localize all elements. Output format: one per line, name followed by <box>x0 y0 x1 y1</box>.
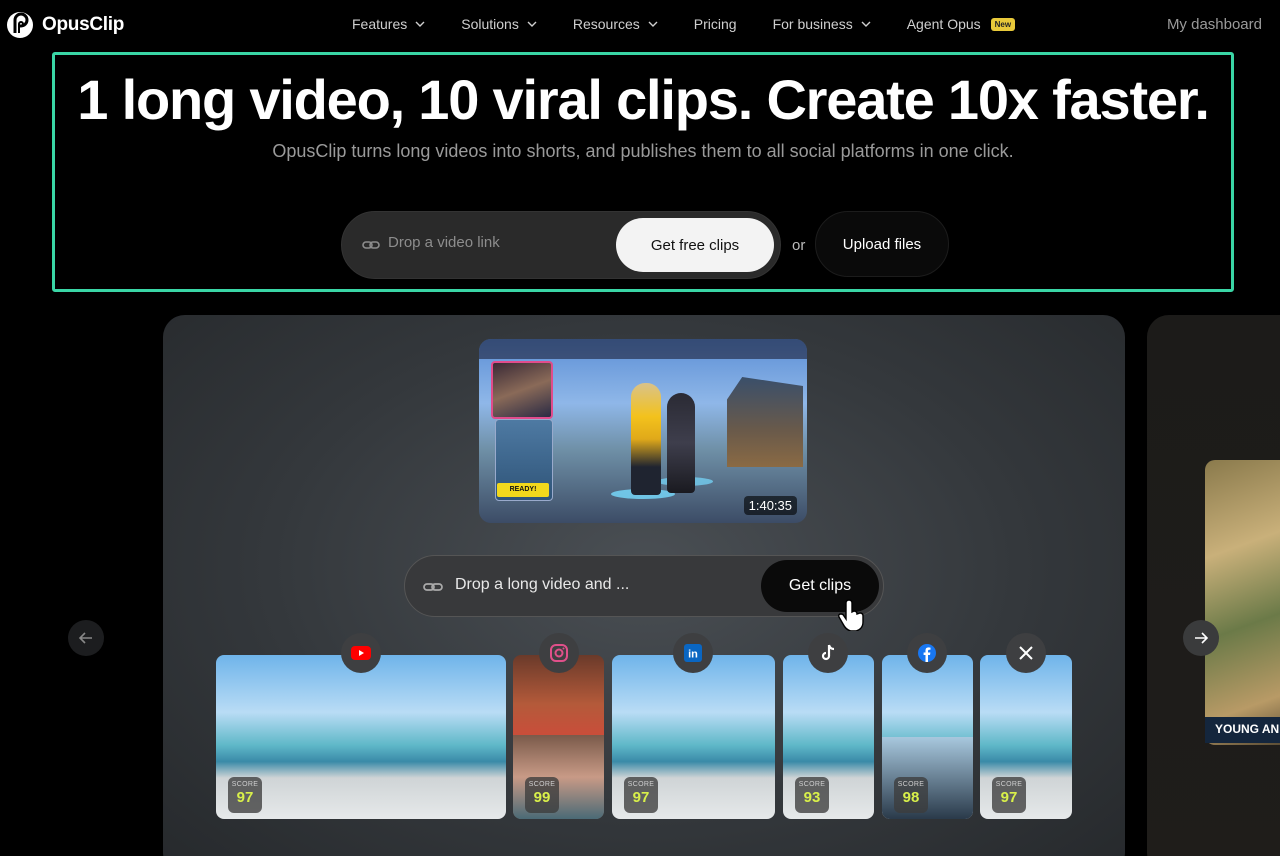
source-video-thumbnail[interactable]: READY! 1:40:35 <box>479 339 807 523</box>
game-character <box>667 393 695 493</box>
score-label: SCORE <box>995 781 1023 788</box>
virality-score: SCORE 99 <box>525 777 559 813</box>
chevron-down-icon <box>415 21 425 27</box>
virality-score: SCORE 97 <box>228 777 262 813</box>
brand-logo[interactable]: OpusClip <box>6 11 124 39</box>
nav-item-resources[interactable]: Resources <box>573 16 658 32</box>
my-dashboard-link[interactable]: My dashboard <box>1167 16 1262 33</box>
clip-card-facebook[interactable]: SCORE 98 <box>882 655 973 819</box>
hero-headline: 1 long video, 10 viral clips. Create 10x… <box>77 68 1210 131</box>
platform-badge-x <box>1006 633 1046 673</box>
clip-card-instagram[interactable]: SCORE 99 <box>513 655 604 819</box>
score-value: 99 <box>533 789 551 806</box>
virality-score: SCORE 97 <box>624 777 658 813</box>
score-label: SCORE <box>528 781 556 788</box>
streamer-cam <box>491 361 553 419</box>
hero-subheadline: OpusClip turns long videos into shorts, … <box>272 141 1014 161</box>
clip-card-tiktok[interactable]: SCORE 93 <box>783 655 874 819</box>
get-free-clips-button[interactable]: Get free clips <box>616 218 774 272</box>
nav-item-pricing[interactable]: Pricing <box>694 16 737 32</box>
carousel-prev-button[interactable] <box>68 620 104 656</box>
platform-badge-facebook <box>907 633 947 673</box>
nav-item-features[interactable]: Features <box>352 16 425 32</box>
score-label: SCORE <box>627 781 655 788</box>
clip-card-linkedin[interactable]: SCORE 97 <box>612 655 775 819</box>
chevron-down-icon <box>861 21 871 27</box>
score-label: SCORE <box>231 781 259 788</box>
demo-card: READY! 1:40:35 Drop a long video and ...… <box>163 315 1125 856</box>
game-menu-bar <box>479 339 807 359</box>
score-label: SCORE <box>798 781 826 788</box>
virality-score: SCORE 93 <box>795 777 829 813</box>
hero-section: 1 long video, 10 viral clips. Create 10x… <box>52 52 1234 292</box>
youtube-icon <box>351 646 371 660</box>
chevron-down-icon <box>527 21 537 27</box>
score-value: 98 <box>902 789 920 806</box>
chevron-down-icon <box>648 21 658 27</box>
arrow-left-icon <box>78 632 92 644</box>
opusclip-logo-icon <box>7 12 33 38</box>
new-badge: New <box>990 17 1016 31</box>
platform-badge-instagram <box>539 633 579 673</box>
ready-label: READY! <box>497 483 549 497</box>
main-menu: Features Solutions Resources Pricing For… <box>352 16 1051 32</box>
x-icon <box>1019 646 1033 660</box>
link-icon <box>362 241 380 249</box>
nav-item-solutions[interactable]: Solutions <box>461 16 537 32</box>
instagram-icon <box>550 644 568 662</box>
virality-score: SCORE 97 <box>992 777 1026 813</box>
nav-item-label: Pricing <box>693 16 737 32</box>
platform-badge-tiktok <box>808 633 848 673</box>
video-link-form: Get free clips <box>341 211 781 279</box>
upload-files-button[interactable]: Upload files <box>815 211 949 277</box>
next-demo-card[interactable]: YOUNG AN <box>1147 315 1280 856</box>
arrow-right-icon <box>1195 632 1209 644</box>
long-video-input-box: Drop a long video and ... Get clips <box>404 555 884 617</box>
svg-text:in: in <box>688 649 698 661</box>
nav-item-label: Solutions <box>461 16 519 32</box>
score-label: SCORE <box>897 781 925 788</box>
long-video-input-text[interactable]: Drop a long video and ... <box>455 576 629 594</box>
score-value: 97 <box>236 789 254 806</box>
nav-item-label: For business <box>772 16 853 32</box>
brand-name: OpusClip <box>42 14 125 35</box>
score-value: 93 <box>803 789 821 806</box>
peek-thumbnail <box>1205 460 1280 745</box>
nav-item-label: Agent Opus <box>906 16 981 32</box>
or-separator: or <box>792 237 806 254</box>
hand-cursor-icon <box>838 599 864 631</box>
peek-caption: YOUNG AN <box>1205 717 1280 743</box>
score-value: 97 <box>632 789 650 806</box>
video-duration: 1:40:35 <box>743 496 797 515</box>
clip-card-x[interactable]: SCORE 97 <box>980 655 1072 819</box>
link-icon <box>423 583 443 591</box>
virality-score: SCORE 98 <box>894 777 928 813</box>
top-nav: OpusClip Features Solutions Resources Pr… <box>0 0 1280 50</box>
nav-item-agent-opus[interactable]: Agent Opus New <box>906 16 1016 32</box>
score-value: 97 <box>1000 789 1018 806</box>
platform-badge-youtube <box>341 633 381 673</box>
platform-badge-linkedin: in <box>673 633 713 673</box>
clip-card-youtube[interactable]: SCORE 97 <box>216 655 506 819</box>
game-character <box>631 383 661 495</box>
video-link-input[interactable] <box>388 234 608 251</box>
nav-item-label: Resources <box>572 16 640 32</box>
carousel-next-button[interactable] <box>1183 620 1219 656</box>
game-building <box>727 377 803 467</box>
linkedin-icon: in <box>684 644 702 662</box>
facebook-icon <box>918 644 936 662</box>
nav-item-for-business[interactable]: For business <box>773 16 871 32</box>
nav-item-label: Features <box>352 16 408 32</box>
tiktok-icon <box>821 644 835 661</box>
